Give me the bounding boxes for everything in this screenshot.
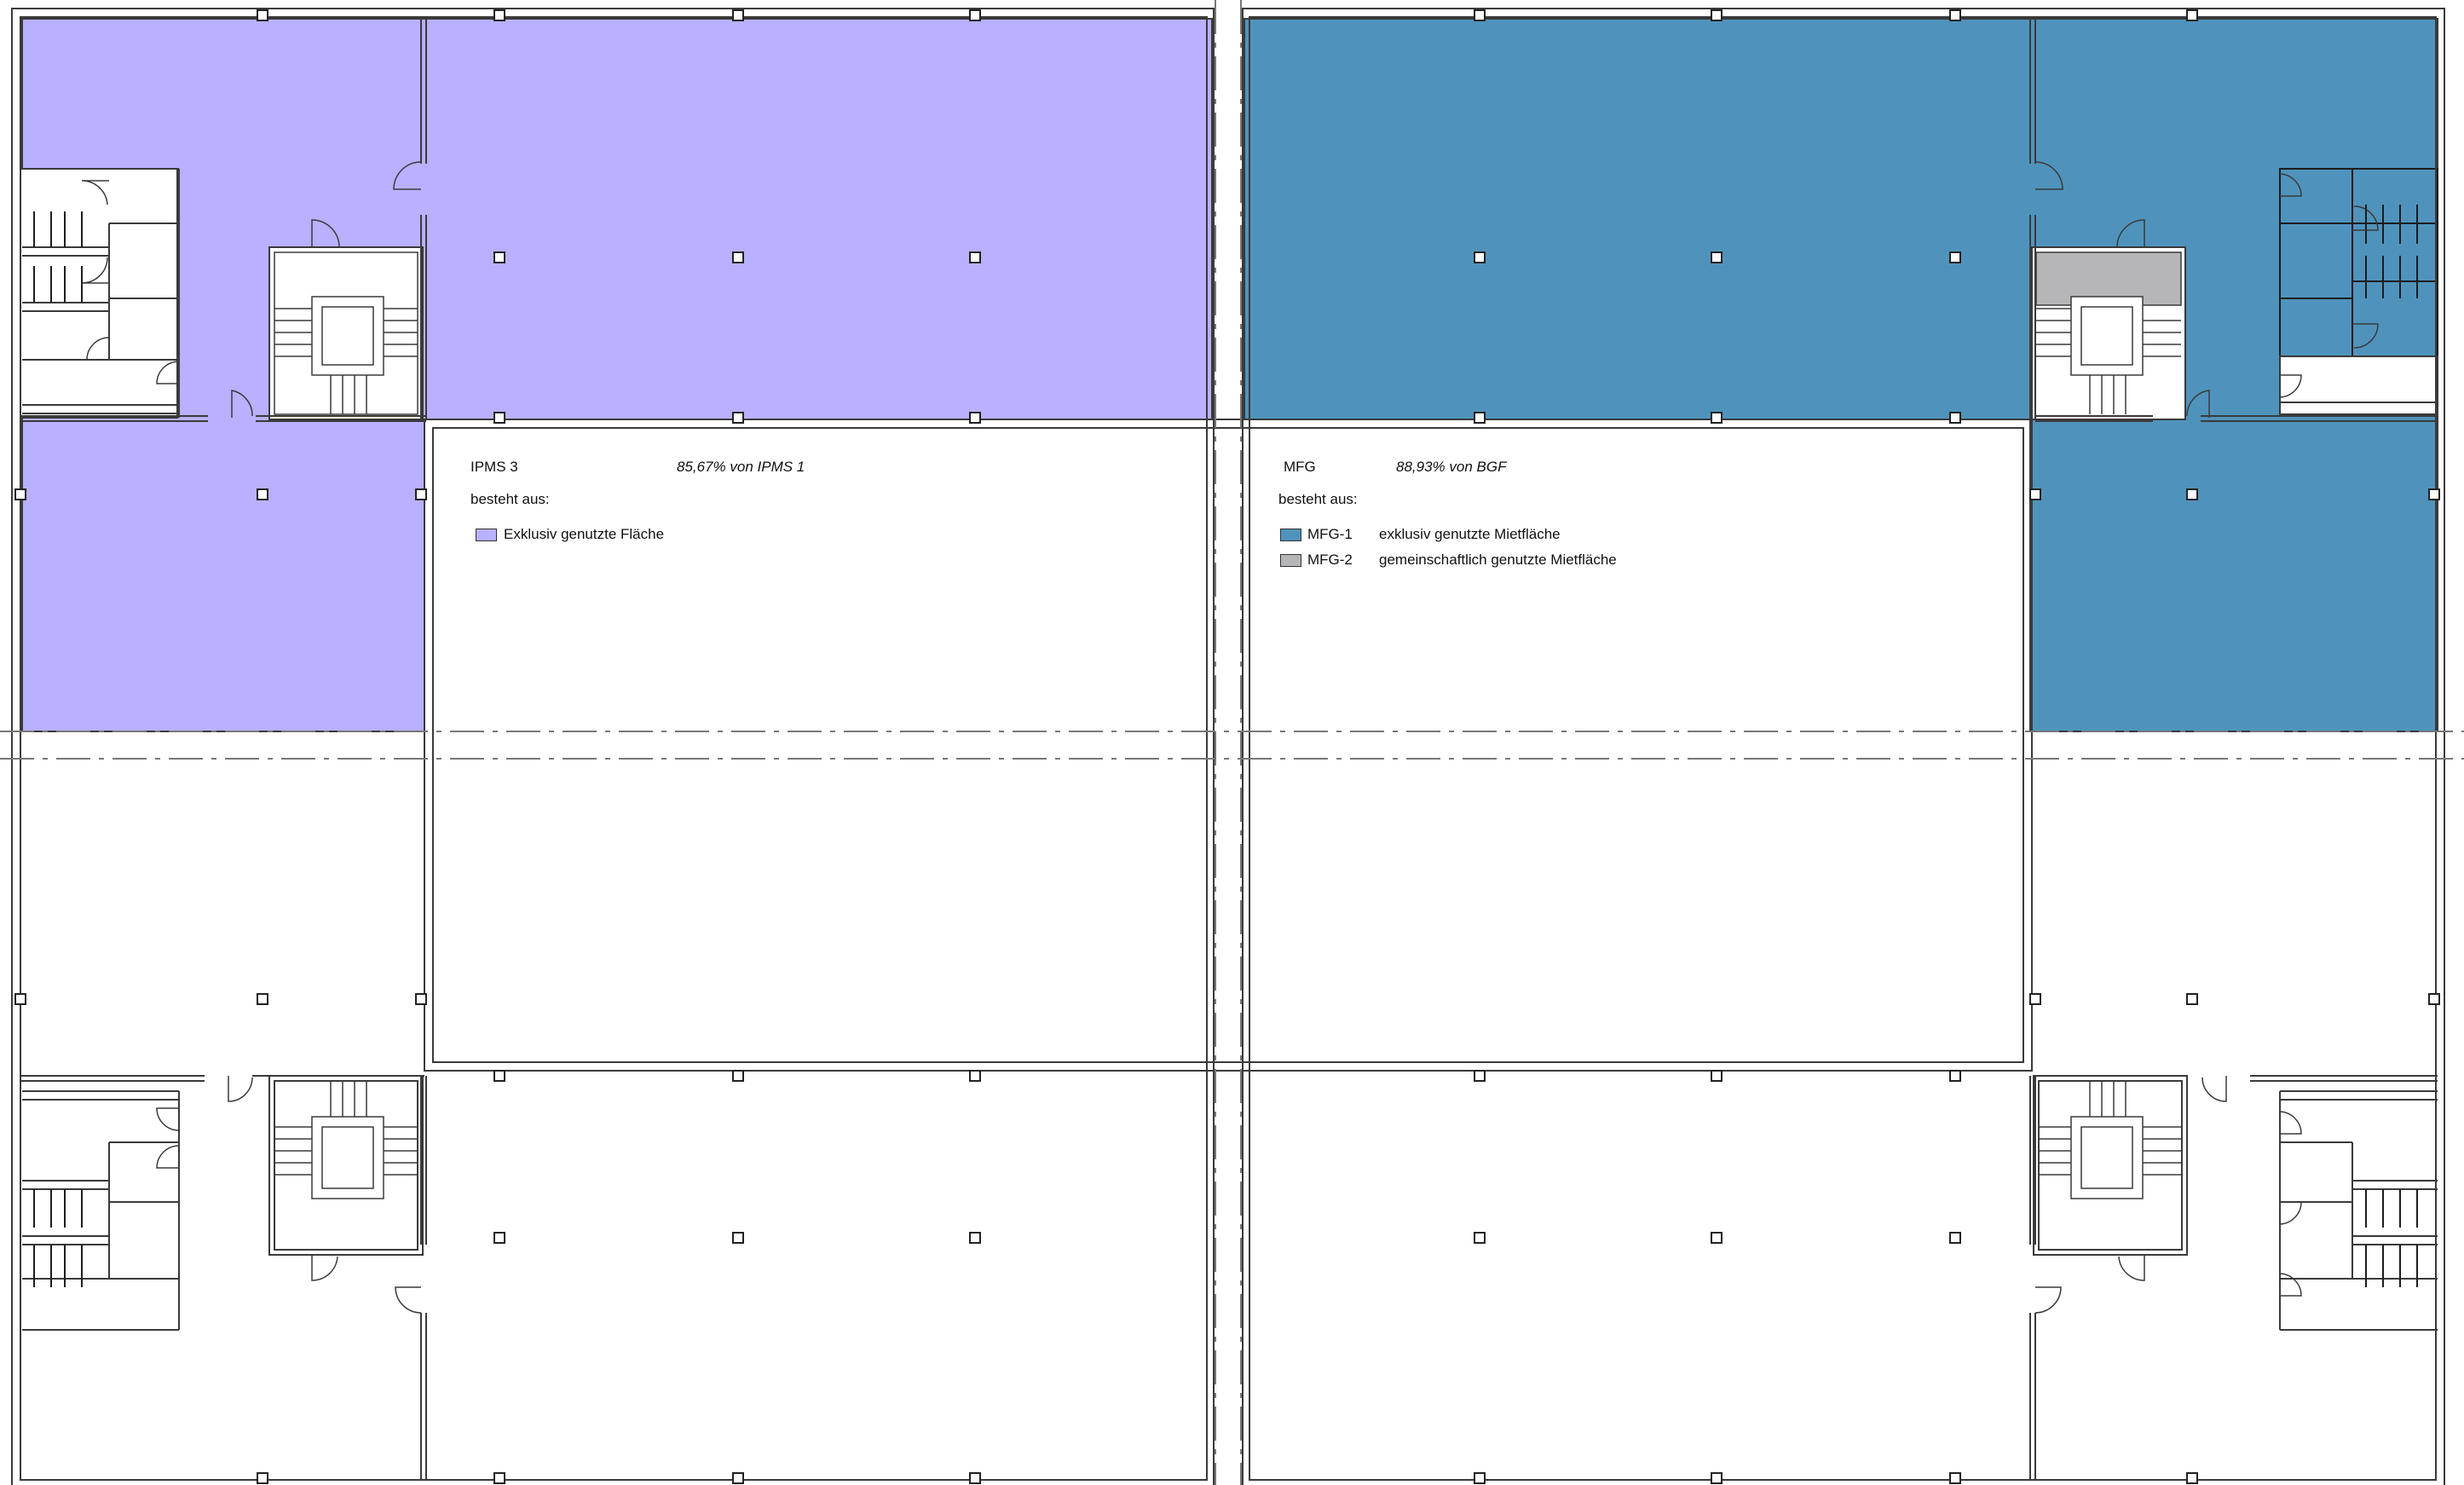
mfg-ratio: 88,93% von BGF (1396, 459, 1507, 475)
mfg-title: MFG (1284, 459, 1316, 475)
mfg1-code: MFG-1 (1307, 526, 1353, 542)
mfg1-label: exklusiv genutzte Mietfläche (1379, 526, 1561, 542)
ipms3-swatch (476, 529, 497, 541)
ipms-title: IPMS 3 (470, 459, 518, 475)
ipms-ratio: 85,67% von IPMS 1 (677, 459, 805, 475)
mfg2-code: MFG-2 (1307, 552, 1353, 568)
mfg-consists-of: besteht aus: (1278, 491, 1358, 507)
mfg1-toilet-core (2279, 168, 2438, 357)
mfg2-swatch (1280, 554, 1301, 567)
ipms3-item-label: Exklusiv genutzte Fläche (504, 526, 665, 542)
floor-plan-drawing (0, 0, 2464, 1485)
ipms-consists-of: besteht aus: (470, 491, 550, 507)
mfg1-swatch (1280, 529, 1301, 541)
mfg2-label: gemeinschaftlich genutzte Mietfläche (1379, 552, 1617, 568)
